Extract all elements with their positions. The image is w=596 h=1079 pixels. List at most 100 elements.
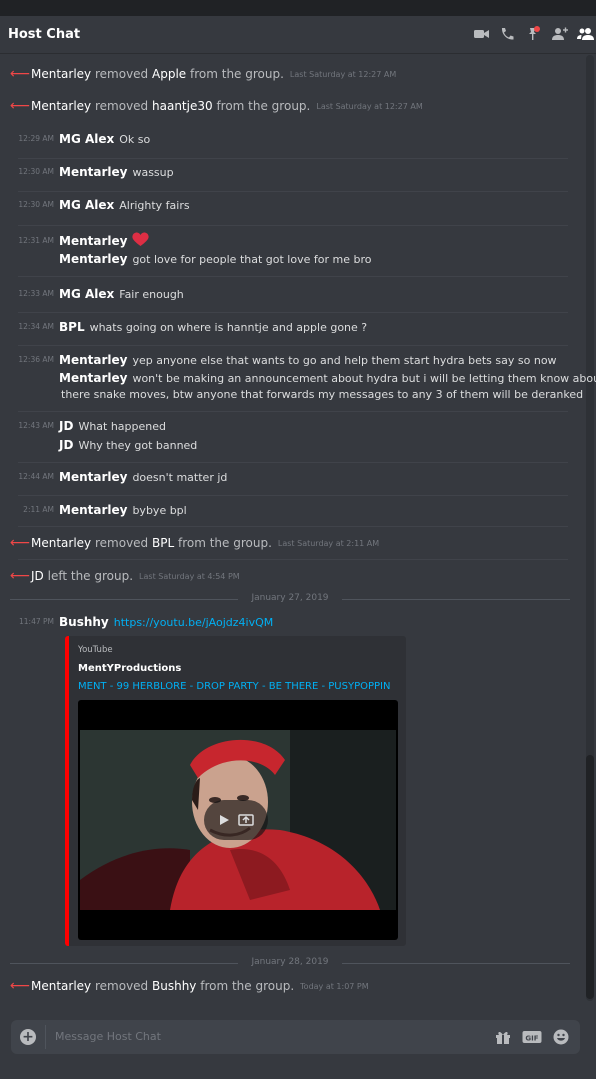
message-divider [18,559,568,560]
message-line: MG Alex Alrighty fairs [59,197,190,213]
message-timestamp: 12:30 AM [18,200,54,209]
message-line: BPL whats going on where is hanntje and … [59,319,367,335]
message-timestamp: 12:29 AM [18,134,54,143]
event-actor[interactable]: JD [31,569,44,583]
event-action: removed [94,979,149,993]
scrollbar-thumb[interactable] [586,755,594,999]
message-author[interactable]: MG Alex [59,132,114,146]
message-author[interactable]: Bushhy [59,615,109,629]
system-message: ⟵ Mentarley removed BPL from the group. … [10,534,379,552]
composer-divider [45,1025,46,1049]
system-message: ⟵ Mentarley removed Bushhy from the grou… [10,977,369,995]
channel-header: Host Chat [0,16,596,54]
open-external-icon[interactable] [238,811,254,830]
gift-icon[interactable] [495,1029,511,1049]
embed-title[interactable]: MENT - 99 HERBLORE - DROP PARTY - BE THE… [78,681,390,692]
event-time: Today at 1:07 PM [300,981,369,991]
message-timestamp: 12:43 AM [18,421,54,430]
message-divider [18,462,568,463]
phone-icon[interactable] [499,26,516,42]
message-divider [18,276,568,277]
youtube-link[interactable]: https://youtu.be/jAojdz4ivQM [114,616,274,629]
event-time: Last Saturday at 12:27 AM [316,101,423,111]
event-suffix: from the group. [216,99,311,113]
message-line: JD Why they got banned [59,437,197,453]
event-target[interactable]: Apple [152,67,186,81]
message-text: won't be making an announcement about hy… [132,371,596,385]
left-arrow-icon: ⟵ [10,66,31,82]
pin-icon[interactable] [525,26,542,42]
message-text: doesn't matter jd [132,470,228,484]
add-member-icon[interactable] [551,26,568,42]
heart-emoji-icon [132,232,150,250]
play-icon[interactable] [218,811,230,830]
system-message: ⟵ JD left the group. Last Saturday at 4:… [10,567,240,585]
message-divider [18,225,568,226]
event-action: removed [94,536,149,550]
message-line: Bushhy https://youtu.be/jAojdz4ivQM [59,614,273,630]
event-time: Last Saturday at 12:27 AM [289,69,397,79]
message-divider [18,495,568,496]
message-line: Mentarley won't be making an announcemen… [59,370,596,386]
message-timestamp: 12:44 AM [18,472,54,481]
message-divider [18,312,568,313]
message-author[interactable]: BPL [59,320,85,334]
message-line: Mentarley [59,232,150,250]
message-author[interactable]: Mentarley [59,470,127,484]
event-actor[interactable]: Mentarley [31,536,91,550]
date-separator: January 28, 2019 [10,957,570,969]
event-time: Last Saturday at 4:54 PM [139,571,240,581]
event-target[interactable]: haantje30 [152,99,213,113]
message-author[interactable]: Mentarley [59,165,127,179]
video-call-icon[interactable] [473,26,490,42]
message-author[interactable]: Mentarley [59,353,127,367]
left-arrow-icon: ⟵ [10,98,31,114]
upload-plus-icon[interactable]: + [20,1029,36,1045]
message-text: Alrighty fairs [119,198,190,212]
message-input[interactable]: Message Host Chat [55,1030,161,1043]
gif-icon[interactable]: GIF [522,1029,542,1049]
member-list-icon[interactable] [577,26,594,42]
message-timestamp: 12:31 AM [18,236,54,245]
youtube-embed: YouTube MentYProductions MENT - 99 HERBL… [65,636,406,946]
event-target[interactable]: Bushhy [152,979,196,993]
date-separator: January 27, 2019 [10,593,570,605]
event-target[interactable]: BPL [152,536,174,550]
event-time: Last Saturday at 2:11 AM [277,538,380,548]
left-arrow-icon: ⟵ [10,535,31,551]
message-composer[interactable]: + Message Host Chat GIF [11,1020,580,1054]
event-action: removed [94,99,149,113]
event-actor[interactable]: Mentarley [31,99,91,113]
message-author[interactable]: Mentarley [59,503,127,517]
message-author[interactable]: Mentarley [59,252,127,266]
message-divider [18,526,568,527]
message-divider [18,191,568,192]
message-line: Mentarley doesn't matter jd [59,469,227,485]
event-suffix: from the group. [177,536,272,550]
date-label: January 27, 2019 [251,593,329,603]
message-author[interactable]: JD [59,419,73,433]
message-text: whats going on where is hanntje and appl… [89,320,368,334]
message-author[interactable]: Mentarley [59,371,127,385]
message-line: MG Alex Fair enough [59,286,184,302]
message-timestamp: 12:34 AM [18,322,54,331]
event-actor[interactable]: Mentarley [31,67,91,81]
video-thumbnail[interactable] [78,700,398,940]
message-timestamp: 12:33 AM [18,289,54,298]
play-overlay[interactable] [204,800,268,840]
message-author[interactable]: MG Alex [59,198,114,212]
message-timestamp: 12:30 AM [18,167,54,176]
message-text: Ok so [119,132,151,146]
message-author[interactable]: MG Alex [59,287,114,301]
message-list[interactable]: ⟵ Mentarley removed Apple from the group… [0,55,596,1003]
embed-author[interactable]: MentYProductions [78,663,181,674]
window-top-strip [0,0,596,16]
emoji-icon[interactable] [553,1029,569,1049]
message-author[interactable]: JD [59,438,73,452]
message-author[interactable]: Mentarley [59,234,127,248]
message-line: Mentarley got love for people that got l… [59,251,371,267]
event-suffix: from the group. [200,979,295,993]
event-action: left the group. [47,569,134,583]
event-actor[interactable]: Mentarley [31,979,91,993]
message-timestamp: 2:11 AM [23,505,54,514]
